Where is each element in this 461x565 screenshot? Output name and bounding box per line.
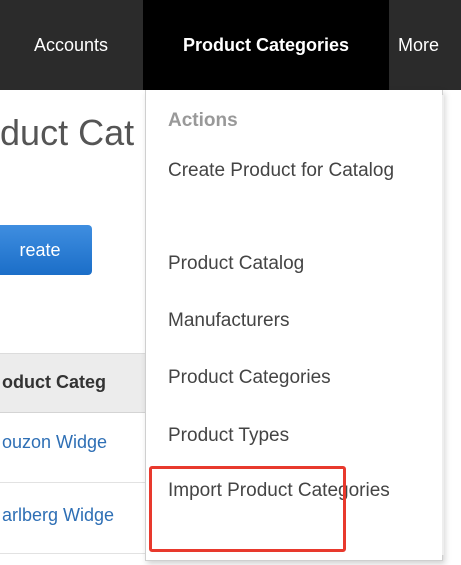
- menu-item-product-categories[interactable]: Product Categories: [168, 362, 408, 394]
- menu-item-product-catalog[interactable]: Product Catalog: [168, 248, 408, 280]
- nav-tab-more[interactable]: More: [398, 0, 461, 90]
- top-navigation-bar: Accounts Product Categories More: [0, 0, 461, 90]
- record-link[interactable]: ouzon Widge: [2, 432, 107, 453]
- menu-item-product-types[interactable]: Product Types: [168, 420, 408, 452]
- table-row[interactable]: arlberg Widge: [0, 483, 160, 554]
- table-header: oduct Categ: [0, 353, 160, 413]
- column-header-name[interactable]: oduct Categ: [2, 372, 106, 393]
- menu-section-header: Actions: [168, 110, 238, 131]
- page-title: oduct Cat: [0, 112, 135, 153]
- record-link[interactable]: arlberg Widge: [2, 505, 114, 526]
- table-row[interactable]: ouzon Widge: [0, 412, 160, 483]
- records-table: oduct Categ ouzon Widge arlberg Widge: [0, 353, 160, 557]
- create-button[interactable]: reate: [0, 225, 92, 275]
- nav-tab-accounts[interactable]: Accounts: [34, 0, 108, 90]
- menu-item-create-product-for-catalog[interactable]: Create Product for Catalog: [168, 155, 408, 187]
- menu-divider: [442, 95, 444, 555]
- menu-item-manufacturers[interactable]: Manufacturers: [168, 305, 408, 337]
- nav-tab-product-categories[interactable]: Product Categories: [143, 0, 389, 90]
- highlight-box: [149, 466, 346, 552]
